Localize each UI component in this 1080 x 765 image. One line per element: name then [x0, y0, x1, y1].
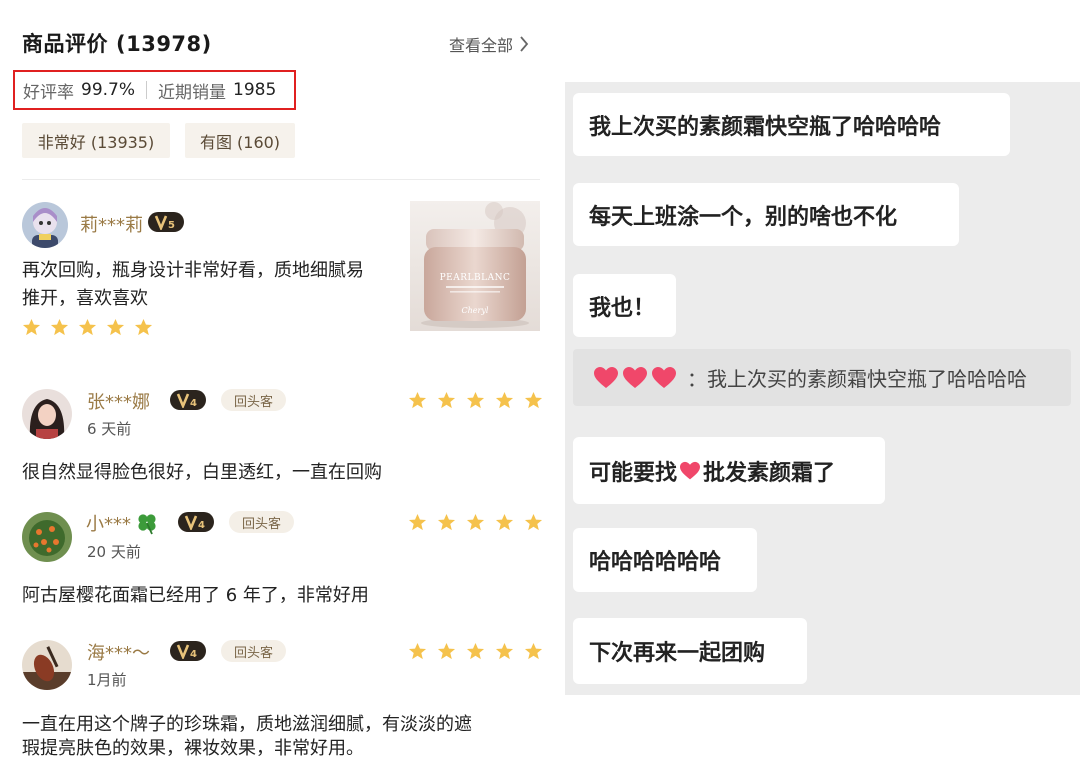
review-text-line2: 瑕提亮肤色的效果，裸妆效果，非常好用。	[22, 738, 364, 759]
chat-message-part1: 可能要找	[589, 460, 678, 486]
star-rating	[22, 318, 153, 337]
star-icon	[524, 513, 543, 532]
username: 张***娜	[87, 392, 150, 413]
view-all-link[interactable]: 查看全部	[449, 32, 529, 56]
star-rating	[408, 391, 543, 410]
review-time: 20 天前	[87, 543, 141, 561]
chat-panel: 我上次买的素颜霜快空瓶了哈哈哈哈 每天上班涂一个，别的啥也不化 我也！ ：我上次…	[565, 82, 1080, 695]
repeat-customer-badge: 回头客	[229, 511, 295, 533]
star-icon	[437, 391, 456, 410]
star-icon	[466, 642, 485, 661]
svg-text:4: 4	[190, 398, 197, 408]
divider	[22, 179, 540, 180]
review-text: 阿古屋樱花面霜已经用了 6 年了，非常好用	[22, 585, 369, 606]
vip-level-badge: 5	[148, 212, 184, 232]
svg-text:5: 5	[168, 220, 175, 230]
star-icon	[50, 318, 69, 337]
stats-separator	[146, 81, 148, 99]
svg-text:PEARLBLANC: PEARLBLANC	[440, 273, 511, 283]
chat-message[interactable]: 下次再来一起团购	[573, 618, 807, 684]
chat-message[interactable]: 我上次买的素颜霜快空瓶了哈哈哈哈	[573, 93, 1010, 156]
recent-sales-value: 1985	[233, 80, 277, 100]
chat-message[interactable]: 每天上班涂一个，别的啥也不化	[573, 183, 959, 246]
chat-message-part2: 批发素颜霜了	[703, 460, 836, 486]
avatar[interactable]	[22, 202, 68, 248]
chat-message[interactable]: 我也！	[573, 274, 676, 337]
star-icon	[408, 642, 427, 661]
star-icon	[495, 513, 514, 532]
heart-icon	[652, 366, 676, 388]
reviews-panel: 商品评价 (13978) 查看全部 好评率 99.7% 近期销量 1985 非常好…	[0, 0, 560, 765]
star-icon	[524, 391, 543, 410]
clover-icon	[138, 514, 156, 535]
star-icon	[408, 391, 427, 410]
review-text: 很自然显得脸色很好，白里透红，一直在回购	[22, 462, 382, 483]
repeat-customer-badge: 回头客	[221, 389, 287, 411]
heart-icon	[594, 366, 618, 388]
star-icon	[466, 513, 485, 532]
svg-text:4: 4	[198, 520, 205, 530]
heart-icon	[623, 366, 647, 388]
recent-sales-label: 近期销量	[158, 82, 227, 103]
star-rating	[408, 513, 543, 532]
avatar[interactable]	[22, 512, 72, 562]
chevron-right-icon	[520, 36, 529, 52]
vip-level-badge: 4	[170, 390, 206, 410]
username: 海***～	[87, 643, 150, 664]
filter-chip-very-good[interactable]: 非常好 (13935)	[22, 123, 170, 158]
avatar[interactable]	[22, 640, 72, 690]
filter-chip-with-photos[interactable]: 有图 (160)	[185, 123, 295, 158]
star-rating	[408, 642, 543, 661]
svg-text:4: 4	[190, 649, 197, 659]
review-text-line2: 推开，喜欢喜欢	[22, 288, 148, 309]
star-icon	[495, 642, 514, 661]
username: 小***	[86, 510, 159, 536]
star-icon	[437, 642, 456, 661]
chat-message[interactable]: 可能要找 批发素颜霜了	[573, 437, 885, 504]
repeat-customer-badge: 回头客	[221, 640, 287, 662]
quoted-reply[interactable]: ：我上次买的素颜霜快空瓶了哈哈哈哈	[573, 349, 1071, 406]
vip-level-badge: 4	[170, 641, 206, 661]
reviews-title: 商品评价 (13978)	[22, 28, 212, 58]
star-icon	[408, 513, 427, 532]
good-rate-label: 好评率	[23, 82, 74, 103]
rating-stats-highlight: 好评率 99.7% 近期销量 1985	[13, 70, 296, 110]
star-icon	[22, 318, 41, 337]
vip-level-badge: 4	[178, 512, 214, 532]
star-icon	[106, 318, 125, 337]
reviews-title-text: 商品评价	[22, 32, 108, 56]
review-time: 6 天前	[87, 420, 132, 438]
star-icon	[134, 318, 153, 337]
star-icon	[437, 513, 456, 532]
username-text: 小***	[86, 514, 131, 535]
username: 莉***莉	[80, 215, 143, 236]
good-rate-value: 99.7%	[81, 80, 136, 100]
view-all-label: 查看全部	[449, 36, 514, 55]
svg-text:Cheryl: Cheryl	[462, 306, 489, 315]
review-product-photo[interactable]: PEARLBLANC Cheryl	[410, 201, 540, 331]
chat-message[interactable]: 哈哈哈哈哈哈	[573, 528, 757, 592]
review-time: 1月前	[87, 671, 127, 689]
review-text: 再次回购，瓶身设计非常好看，质地细腻易	[22, 260, 364, 281]
hearts-emoji	[593, 366, 677, 390]
star-icon	[466, 391, 485, 410]
heart-icon	[680, 461, 701, 479]
reviews-count: (13978)	[116, 32, 212, 56]
avatar[interactable]	[22, 389, 72, 439]
star-icon	[78, 318, 97, 337]
quoted-text: ：我上次买的素颜霜快空瓶了哈哈哈哈	[687, 367, 1027, 391]
star-icon	[524, 642, 543, 661]
star-icon	[495, 391, 514, 410]
